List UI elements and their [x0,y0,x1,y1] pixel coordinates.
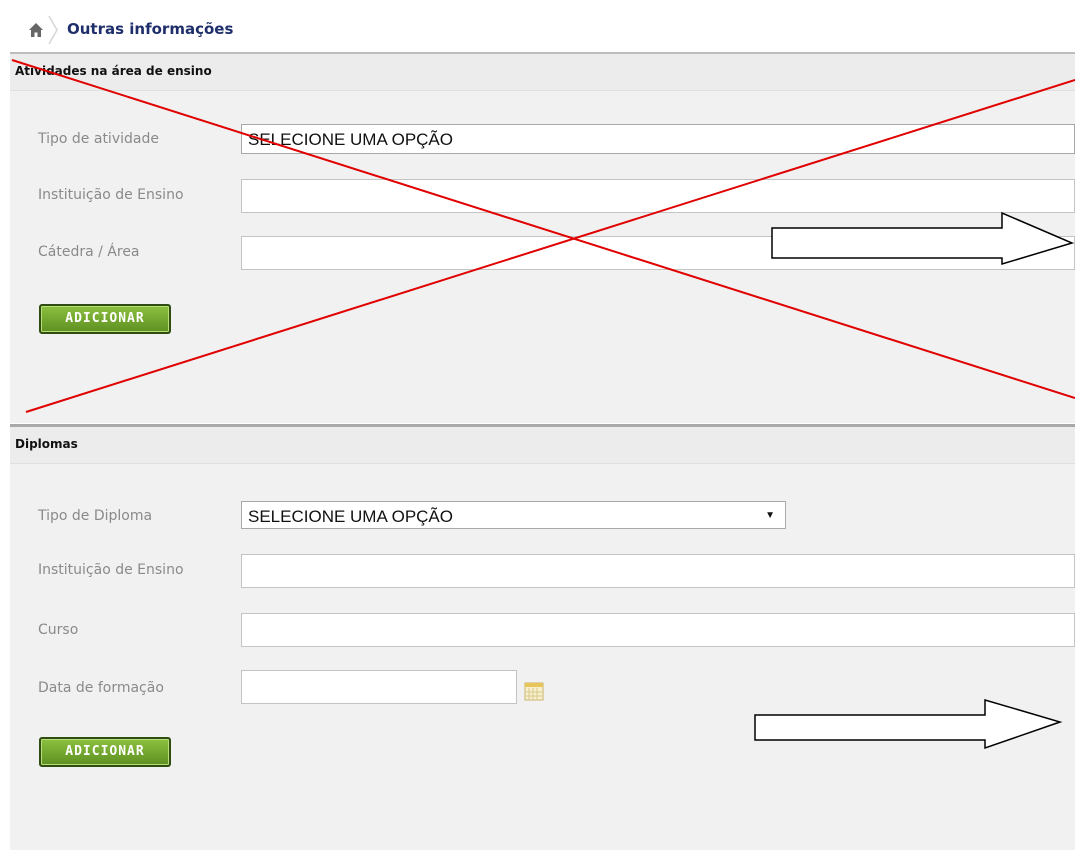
diplomas-section: Diplomas Tipo de Diploma SELECIONE UMA O… [10,424,1075,850]
graduation-date-label: Data de formação [38,680,164,696]
course-input[interactable] [241,613,1075,647]
chair-area-input[interactable] [241,236,1075,270]
teaching-activities-section: Atividades na área de ensino Tipo de ati… [10,54,1075,423]
page-title: Outras informações [67,20,234,38]
activity-type-select[interactable]: SELECIONE UMA OPÇÃO [241,124,1075,154]
dropdown-arrow-icon[interactable]: ▼ [765,510,775,521]
activity-type-label: Tipo de atividade [38,131,159,147]
institution-input[interactable] [241,554,1075,588]
institution-label: Instituição de Ensino [38,562,184,578]
institution-input[interactable] [241,179,1075,213]
diploma-type-select[interactable]: SELECIONE UMA OPÇÃO ▼ [241,501,786,529]
section-title: Diplomas [15,437,78,451]
section-header: Atividades na área de ensino [10,54,1075,91]
institution-label: Instituição de Ensino [38,187,184,203]
home-icon[interactable] [28,22,44,38]
chair-area-label: Cátedra / Área [38,244,140,260]
section-header: Diplomas [10,427,1075,464]
add-activity-button[interactable]: ADICIONAR [39,304,171,334]
section-title: Atividades na área de ensino [15,64,212,78]
diploma-type-label: Tipo de Diploma [38,508,153,524]
breadcrumb-separator-icon [48,16,58,44]
breadcrumb: Outras informações [0,0,1075,52]
add-diploma-button[interactable]: ADICIONAR [39,737,171,767]
diploma-type-selected-value: SELECIONE UMA OPÇÃO [248,507,453,526]
course-label: Curso [38,622,79,638]
calendar-icon[interactable] [524,681,544,701]
graduation-date-input[interactable] [241,670,517,704]
activity-type-selected-value: SELECIONE UMA OPÇÃO [248,130,453,149]
